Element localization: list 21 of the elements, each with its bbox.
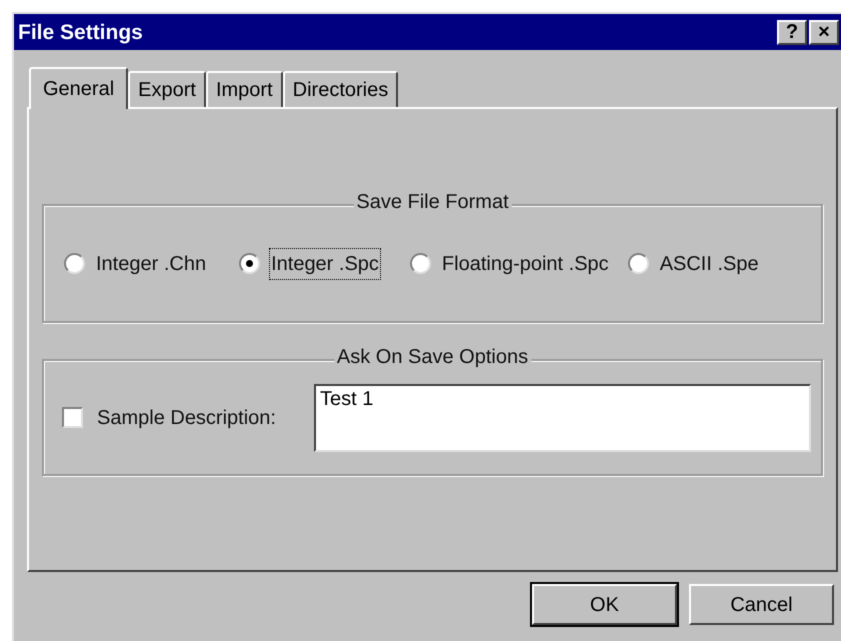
ok-button[interactable]: OK — [532, 584, 677, 625]
radio-button[interactable] — [628, 253, 649, 274]
close-button[interactable]: × — [809, 20, 839, 44]
checkbox-label: Sample Description: — [97, 406, 276, 430]
tab[interactable]: Export — [128, 71, 206, 107]
radio-label: Integer .Chn — [95, 252, 208, 276]
radio-button[interactable] — [64, 253, 85, 274]
radio-button[interactable] — [410, 253, 431, 274]
radio-button[interactable] — [239, 253, 260, 274]
tab[interactable]: Import — [206, 71, 283, 107]
radio-label: Integer .Spc — [270, 248, 380, 278]
text-field[interactable]: Test 1 — [314, 384, 811, 452]
tab[interactable]: Directories — [282, 71, 398, 107]
help-button[interactable]: ? — [777, 20, 807, 44]
tab[interactable]: General — [29, 67, 128, 109]
cancel-button[interactable]: Cancel — [689, 584, 834, 625]
checkbox[interactable] — [62, 407, 83, 428]
window-title: File Settings — [18, 22, 143, 42]
radio-label: Floating-point .Spc — [440, 252, 610, 276]
group-title: Ask On Save Options — [334, 347, 532, 367]
radio-label: ASCII .Spe — [658, 252, 760, 276]
